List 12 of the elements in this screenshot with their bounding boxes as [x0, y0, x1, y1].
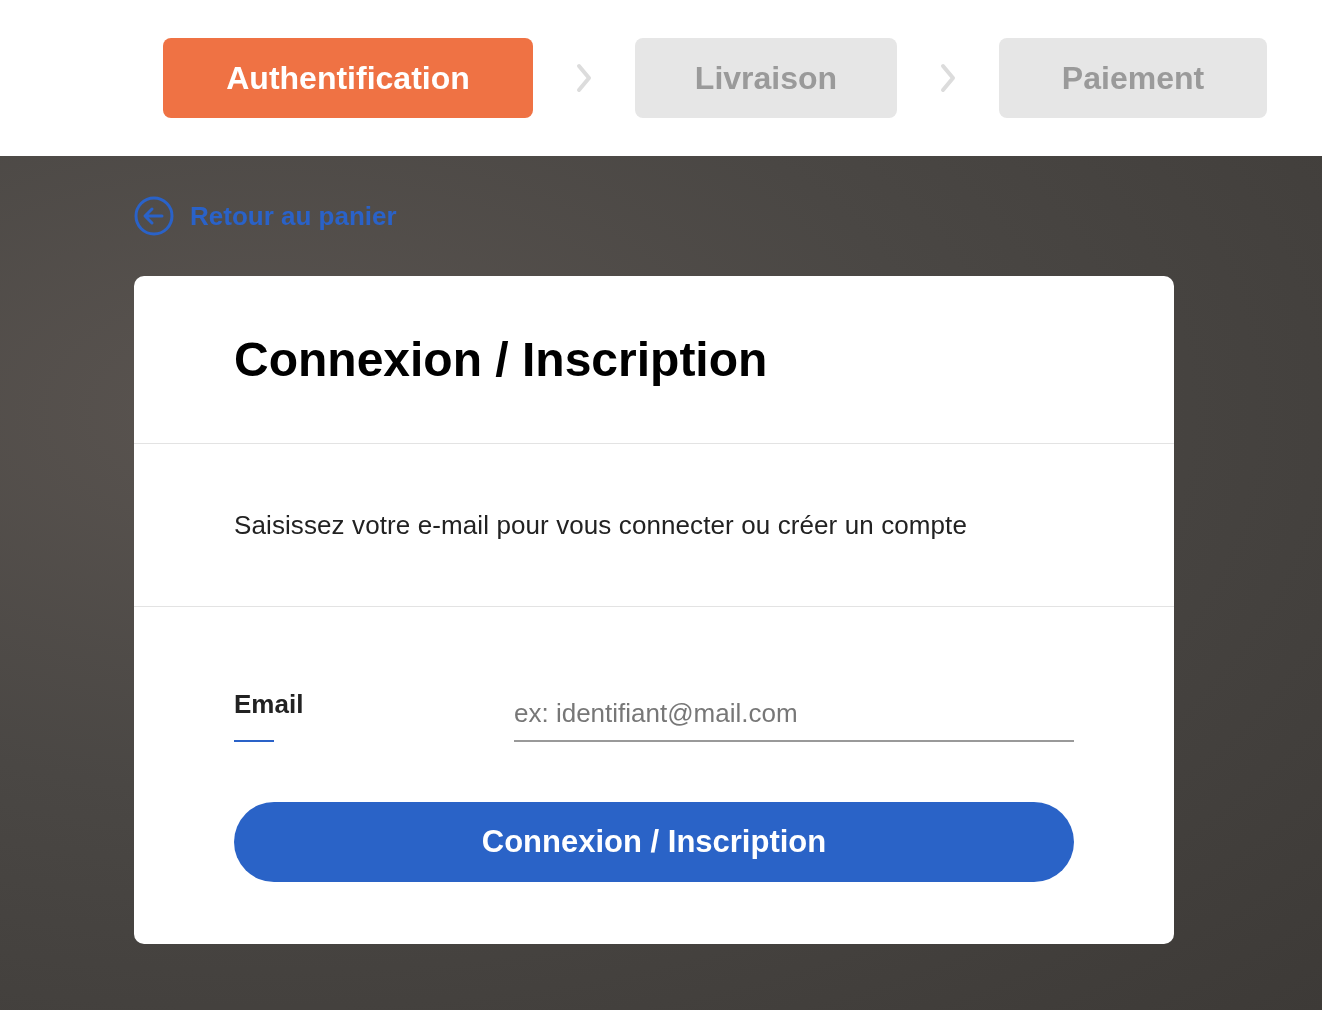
submit-button[interactable]: Connexion / Inscription	[234, 802, 1074, 882]
card-description: Saisissez votre e-mail pour vous connecter ou créer un compte	[234, 509, 967, 541]
checkout-step[interactable]: Authentification	[163, 38, 533, 118]
email-label: Email	[234, 688, 304, 720]
chevron-right-icon	[940, 63, 956, 93]
back-link[interactable]: Retour au panier	[134, 196, 397, 236]
email-field[interactable]: ex: identifiant@mail.com	[514, 688, 1074, 742]
chevron-right-icon	[576, 63, 592, 93]
checkout-step[interactable]: Paiement	[999, 38, 1267, 118]
card-title: Connexion / Inscription	[234, 331, 768, 388]
label-underline	[234, 740, 274, 742]
checkout-step[interactable]: Livraison	[635, 38, 897, 118]
